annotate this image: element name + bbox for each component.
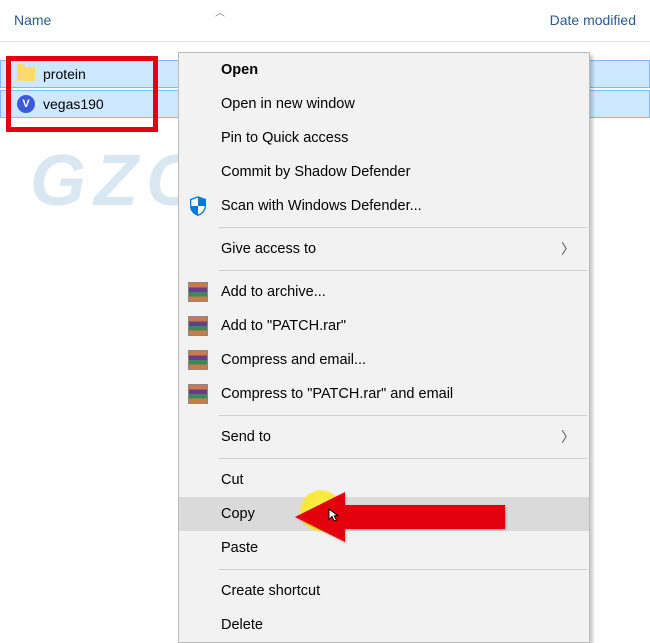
menu-scan-windows-defender[interactable]: Scan with Windows Defender... (179, 189, 589, 223)
menu-copy[interactable]: Copy (179, 497, 589, 531)
chevron-right-icon: 〉 (561, 427, 575, 447)
menu-separator (219, 270, 587, 271)
column-date-modified[interactable]: Date modified (536, 0, 650, 41)
rar-icon (187, 315, 209, 337)
menu-open[interactable]: Open (179, 53, 589, 87)
rar-icon (187, 281, 209, 303)
rar-icon (187, 349, 209, 371)
menu-add-to-patch-rar[interactable]: Add to "PATCH.rar" (179, 309, 589, 343)
menu-pin-quick-access[interactable]: Pin to Quick access (179, 121, 589, 155)
menu-create-shortcut[interactable]: Create shortcut (179, 574, 589, 608)
chevron-right-icon: 〉 (561, 239, 575, 259)
menu-separator (219, 415, 587, 416)
sort-indicator-icon: ︿ (215, 4, 225, 19)
column-date-label: Date modified (550, 12, 636, 28)
rar-icon (187, 383, 209, 405)
menu-open-new-window[interactable]: Open in new window (179, 87, 589, 121)
menu-separator (219, 227, 587, 228)
menu-cut[interactable]: Cut (179, 463, 589, 497)
menu-send-to[interactable]: Send to 〉 (179, 420, 589, 454)
menu-delete[interactable]: Delete (179, 608, 589, 642)
menu-separator (219, 458, 587, 459)
menu-add-to-archive[interactable]: Add to archive... (179, 275, 589, 309)
menu-separator (219, 569, 587, 570)
column-name[interactable]: Name ︿ (0, 0, 235, 41)
file-name: vegas190 (43, 96, 104, 112)
menu-give-access-to[interactable]: Give access to 〉 (179, 232, 589, 266)
menu-compress-email[interactable]: Compress and email... (179, 343, 589, 377)
column-header-row: Name ︿ Date modified (0, 0, 650, 42)
menu-paste[interactable]: Paste (179, 531, 589, 565)
menu-compress-patch-email[interactable]: Compress to "PATCH.rar" and email (179, 377, 589, 411)
vegas-icon: V (17, 95, 35, 113)
shield-icon (187, 195, 209, 217)
menu-commit-shadow-defender[interactable]: Commit by Shadow Defender (179, 155, 589, 189)
folder-icon (17, 67, 35, 81)
file-name: protein (43, 66, 86, 82)
column-name-label: Name (14, 12, 51, 28)
context-menu: Open Open in new window Pin to Quick acc… (178, 52, 590, 643)
